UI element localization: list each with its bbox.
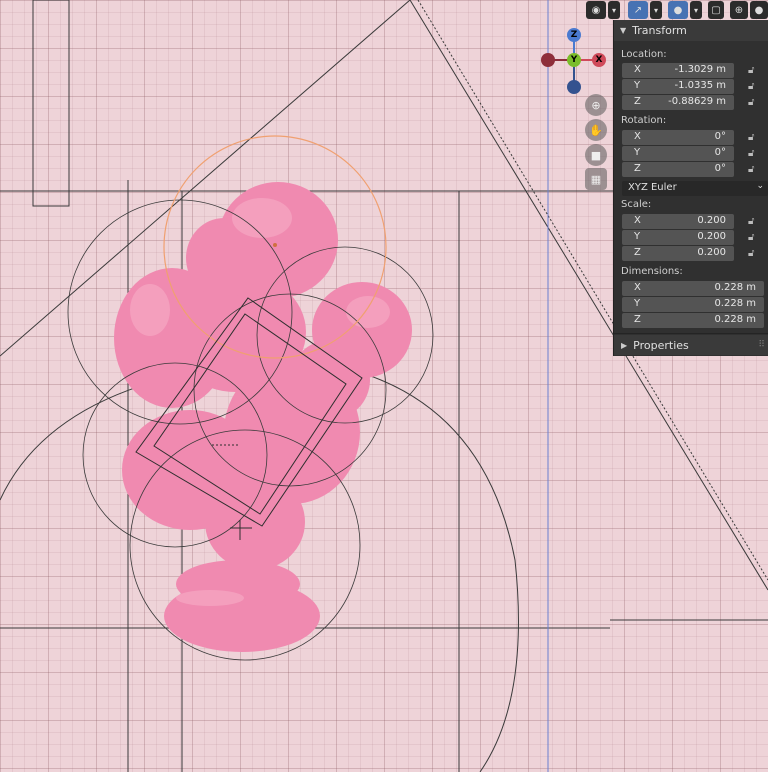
rotation-x-field[interactable]: X 0° <box>622 130 734 145</box>
metaball-object[interactable] <box>114 182 412 652</box>
lock-icon[interactable]: 🔓︎ <box>748 132 759 144</box>
grid-icon: ▦ <box>590 172 602 186</box>
transform-panel-header[interactable]: ▼ Transform <box>614 20 768 41</box>
perspective-toggle-button[interactable]: ▦ <box>585 168 607 190</box>
lock-icon[interactable]: 🔓︎ <box>748 65 759 77</box>
drag-handle-icon[interactable]: ⠿ <box>758 340 765 350</box>
dimensions-x-field[interactable]: X 0.228 m <box>622 281 764 296</box>
chevron-down-icon: ⌄ <box>756 181 764 191</box>
lock-icon[interactable]: 🔓︎ <box>748 248 759 260</box>
scale-y-field[interactable]: Y 0.200 <box>622 230 734 245</box>
lock-icon[interactable]: 🔓︎ <box>748 81 759 93</box>
lock-icon[interactable]: 🔓︎ <box>748 216 759 228</box>
lock-icon[interactable]: 🔓︎ <box>748 164 759 176</box>
shading-wireframe-icon: ⊕ <box>734 4 744 16</box>
xray-toggle-button[interactable]: ▢ <box>708 1 724 19</box>
lock-icon[interactable]: 🔓︎ <box>748 97 759 109</box>
shading-solid-button[interactable]: ● <box>750 1 768 19</box>
reference-frame <box>32 0 70 207</box>
camera-icon: ■ <box>590 148 602 162</box>
zoom-button[interactable]: ⊕ <box>585 94 607 116</box>
location-y-field[interactable]: Y -1.0335 m <box>622 79 734 94</box>
scale-x-field[interactable]: X 0.200 <box>622 214 734 229</box>
gizmo-arrows-icon: ↗ <box>633 4 643 16</box>
gizmo-toggle-button[interactable]: ↗ <box>628 1 648 19</box>
shading-solid-icon: ● <box>754 4 764 16</box>
xray-toggle-icon: ▢ <box>711 4 721 16</box>
location-label: Location: <box>621 49 667 60</box>
viewport-header: ◉ ▾ ↗ ▾ ● ▾ ▢ ⊕ ● ◐ ○ <box>586 1 768 19</box>
dimensions-label: Dimensions: <box>621 266 683 277</box>
chevron-down-icon: ▾ <box>653 5 658 15</box>
chevron-right-icon: ▶ <box>621 340 628 350</box>
gizmo-neg-x-axis[interactable] <box>541 53 555 67</box>
lock-icon[interactable]: 🔓︎ <box>748 148 759 160</box>
rotation-mode-select[interactable]: XYZ Euler ⌄ <box>622 181 768 196</box>
rotation-label: Rotation: <box>621 115 667 126</box>
properties-panel-header[interactable]: ▶ Properties ⠿ <box>614 335 768 355</box>
pan-button[interactable]: ✋ <box>585 119 607 141</box>
gizmo-x-axis[interactable]: X <box>592 53 606 67</box>
location-x-field[interactable]: X -1.3029 m <box>622 63 734 78</box>
transform-title: Transform <box>632 24 687 37</box>
visibility-button[interactable]: ◉ <box>586 1 606 19</box>
gizmo-z-axis[interactable]: Z <box>567 28 581 42</box>
properties-title: Properties <box>633 338 689 352</box>
chevron-down-icon: ▾ <box>611 5 616 15</box>
overlay-dropdown[interactable]: ▾ <box>690 1 702 19</box>
chevron-down-icon: ▾ <box>693 5 698 15</box>
dimensions-z-field[interactable]: Z 0.228 m <box>622 313 764 328</box>
scale-z-field[interactable]: Z 0.200 <box>622 246 734 261</box>
rotation-z-field[interactable]: Z 0° <box>622 162 734 177</box>
gizmo-y-axis[interactable]: Y <box>567 53 581 67</box>
location-z-field[interactable]: Z -0.88629 m <box>622 95 734 110</box>
eye-icon: ◉ <box>591 4 601 16</box>
rotation-y-field[interactable]: Y 0° <box>622 146 734 161</box>
visibility-dropdown[interactable]: ▾ <box>608 1 620 19</box>
hand-icon: ✋ <box>589 123 603 137</box>
object-origin <box>273 243 277 247</box>
3d-viewport[interactable]: ◉ ▾ ↗ ▾ ● ▾ ▢ ⊕ ● ◐ ○ Z Y X ⊕ ✋ ■ ▦ ▼ Tr… <box>0 0 768 772</box>
zoom-magnifier-icon: ⊕ <box>591 98 601 112</box>
chevron-down-icon: ▼ <box>620 26 627 35</box>
camera-view-button[interactable]: ■ <box>585 144 607 166</box>
lock-icon[interactable]: 🔓︎ <box>748 232 759 244</box>
gizmo-dropdown[interactable]: ▾ <box>650 1 662 19</box>
overlay-circles-icon: ● <box>673 4 683 16</box>
gizmo-neg-z-axis[interactable] <box>567 80 581 94</box>
scale-label: Scale: <box>621 199 652 210</box>
overlay-toggle-button[interactable]: ● <box>668 1 688 19</box>
shading-wireframe-button[interactable]: ⊕ <box>730 1 748 19</box>
dimensions-y-field[interactable]: Y 0.228 m <box>622 297 764 312</box>
